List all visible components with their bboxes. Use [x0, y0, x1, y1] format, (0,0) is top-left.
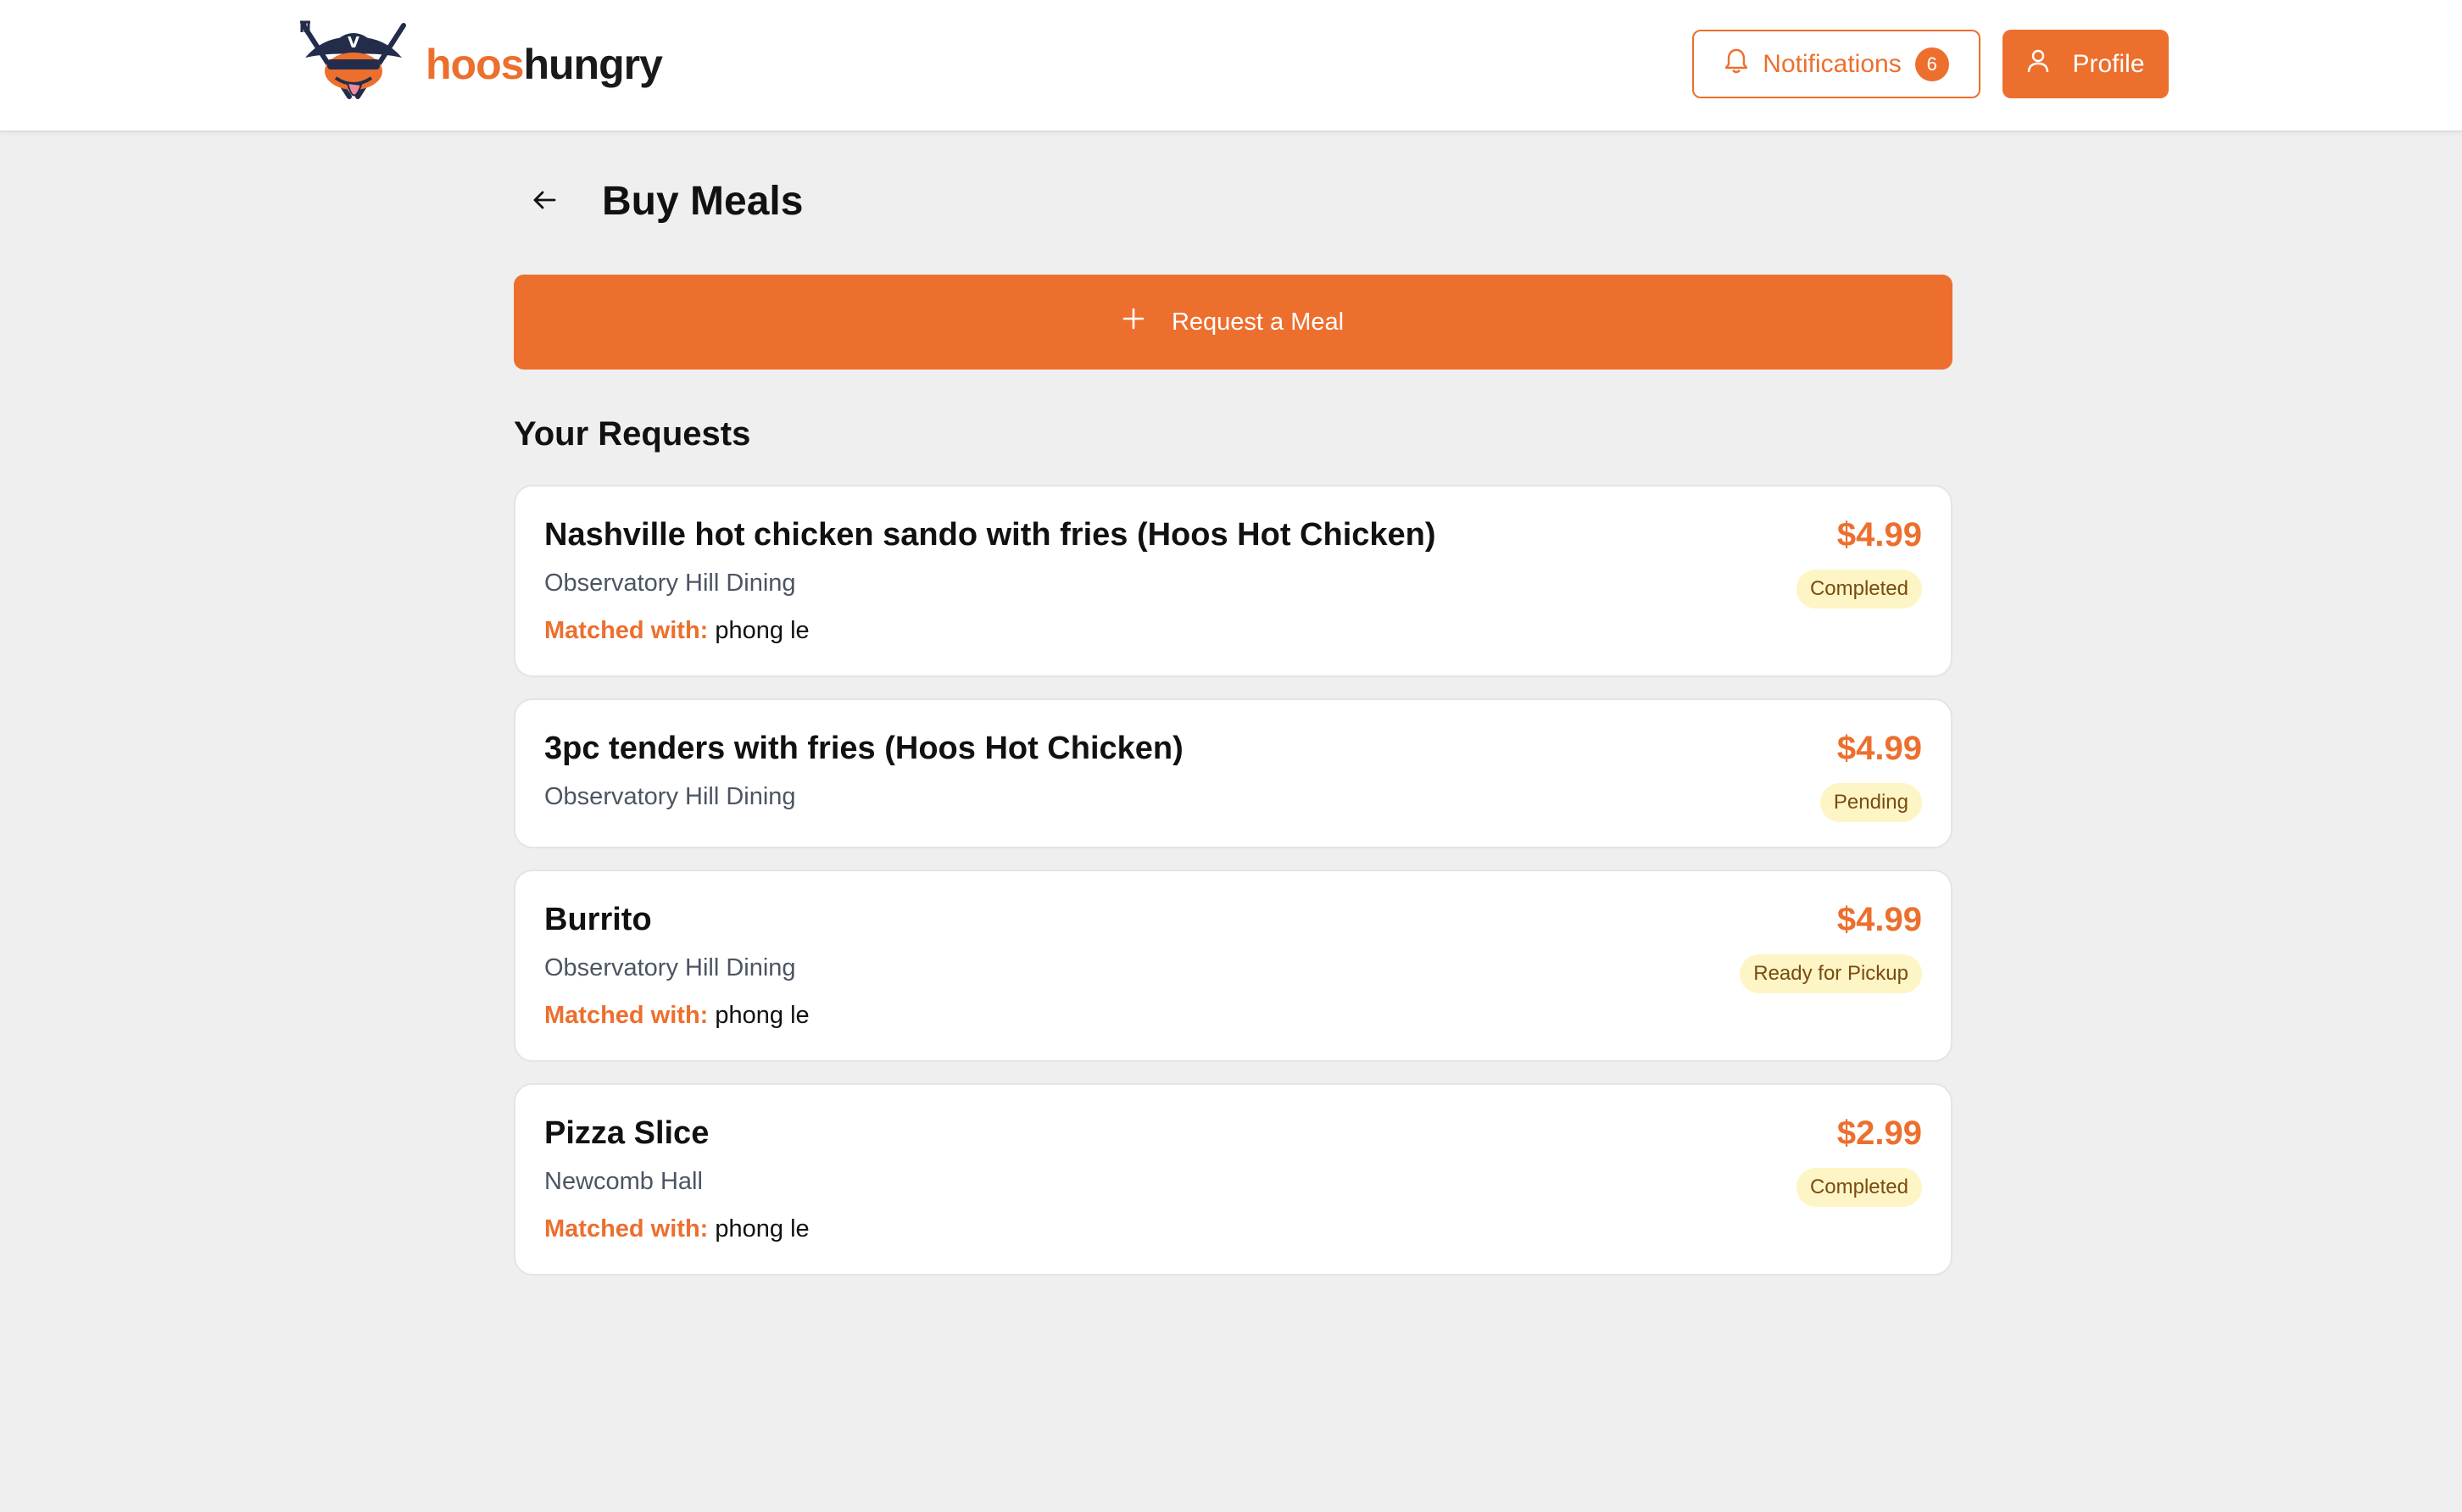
status-badge: Pending	[1819, 783, 1922, 822]
meal-name: Nashville hot chicken sando with fries (…	[544, 517, 1436, 553]
request-card[interactable]: Pizza Slice Newcomb Hall Matched with: p…	[514, 1083, 1952, 1276]
dining-location: Newcomb Hall	[544, 1168, 703, 1195]
meal-price: $2.99	[1836, 1115, 1922, 1152]
matched-with-label: Matched with:	[544, 1215, 709, 1242]
user-icon	[2026, 47, 2050, 81]
meal-price: $4.99	[1836, 516, 1922, 553]
matched-with-label: Matched with:	[544, 1002, 709, 1029]
top-header: V hooshungry Notifications 6 Profile	[0, 0, 2462, 132]
matched-with: Matched with: phong le	[544, 1214, 810, 1244]
meal-price: $4.99	[1836, 901, 1922, 938]
request-card[interactable]: 3pc tenders with fries (Hoos Hot Chicken…	[514, 698, 1952, 848]
meal-price: $4.99	[1836, 730, 1922, 767]
request-card[interactable]: Burrito Observatory Hill Dining Matched …	[514, 870, 1952, 1062]
dining-location: Observatory Hill Dining	[544, 783, 796, 810]
request-meal-label: Request a Meal	[1171, 308, 1345, 336]
brand-name-part2: hungry	[523, 41, 662, 88]
svg-text:V: V	[348, 34, 359, 52]
status-badge: Ready for Pickup	[1740, 954, 1922, 993]
matched-with-value: phong le	[715, 1002, 810, 1029]
section-title: Your Requests	[514, 415, 751, 453]
brand-name-part1: hoos	[426, 41, 524, 88]
dining-location: Observatory Hill Dining	[544, 954, 796, 981]
plus-icon	[1122, 308, 1145, 336]
matched-with-value: phong le	[715, 617, 810, 644]
meal-name: 3pc tenders with fries (Hoos Hot Chicken…	[544, 731, 1184, 766]
page-title: Buy Meals	[602, 179, 804, 224]
notifications-count-badge: 6	[1914, 47, 1949, 81]
dining-location: Observatory Hill Dining	[544, 570, 796, 597]
notifications-label: Notifications	[1763, 49, 1902, 78]
notifications-button[interactable]: Notifications 6	[1692, 30, 1980, 98]
meal-name: Burrito	[544, 902, 652, 937]
meal-name: Pizza Slice	[544, 1115, 710, 1151]
matched-with: Matched with: phong le	[544, 1000, 810, 1031]
bell-icon	[1724, 47, 1749, 81]
cavalier-mascot-logo[interactable]: V	[298, 19, 409, 108]
status-badge: Completed	[1796, 570, 1922, 609]
profile-button[interactable]: Profile	[2002, 30, 2169, 98]
back-button[interactable]	[522, 180, 566, 224]
profile-label: Profile	[2072, 49, 2145, 78]
matched-with: Matched with: phong le	[544, 615, 810, 646]
status-badge: Completed	[1796, 1168, 1922, 1207]
matched-with-label: Matched with:	[544, 617, 709, 644]
arrow-left-icon	[532, 190, 556, 214]
request-meal-button[interactable]: Request a Meal	[514, 275, 1952, 370]
brand-name[interactable]: hooshungry	[426, 39, 663, 90]
matched-with-value: phong le	[715, 1215, 810, 1242]
request-card[interactable]: Nashville hot chicken sando with fries (…	[514, 485, 1952, 677]
